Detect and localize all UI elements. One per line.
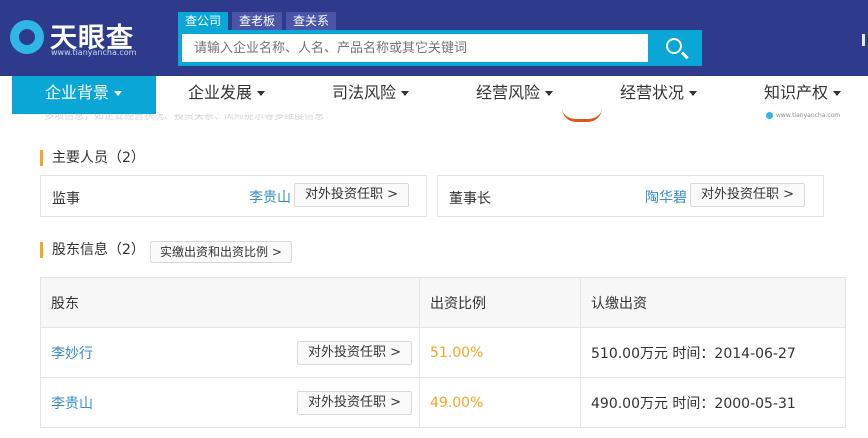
person-role: 监事 <box>52 191 80 207</box>
eye-logo-icon <box>10 20 44 54</box>
nav-label: 司法风险 <box>332 83 397 102</box>
subscribed-cell: 490.00万元 时间：2000-05-31 <box>580 377 846 428</box>
header-edge-mark <box>862 34 865 46</box>
table-header-row: 股东 出资比例 认缴出资 <box>40 277 846 328</box>
shareholder-name-link[interactable]: 李贵山 <box>51 396 93 412</box>
column-header-ratio: 出资比例 <box>419 277 581 328</box>
caret-down-icon <box>689 91 698 96</box>
search-box <box>178 30 702 66</box>
main-nav: 企业背景 企业发展 司法风险 经营风险 经营状况 知识产权 <box>0 76 868 114</box>
person-name-link[interactable]: 陶华碧 <box>645 187 687 207</box>
nav-operating-risk[interactable]: 经营风险 <box>476 76 554 114</box>
section-title-shareholders: 股东信息（2） <box>40 241 145 259</box>
table-row: 李妙行 对外投资任职 > 51.00% 510.00万元 时间：2014-06-… <box>40 327 846 378</box>
tab-boss[interactable]: 查老板 <box>232 12 283 30</box>
nav-intellectual-property[interactable]: 知识产权 <box>764 76 842 114</box>
scrolled-off-logo-text: www.tianyancha.com <box>776 112 841 119</box>
external-investment-button[interactable]: 对外投资任职 > <box>690 183 806 207</box>
nav-label: 经营风险 <box>476 83 541 102</box>
nav-label: 企业发展 <box>188 83 253 102</box>
nav-label: 知识产权 <box>764 83 829 102</box>
person-name-link[interactable]: 李贵山 <box>249 187 291 207</box>
external-investment-button[interactable]: 对外投资任职 > <box>297 341 413 365</box>
person-card: 董事长 陶华碧 对外投资任职 > <box>437 175 824 217</box>
search-input[interactable] <box>182 34 648 62</box>
section-title-personnel: 主要人员（2） <box>40 149 145 167</box>
shareholder-cell: 李贵山 对外投资任职 > <box>40 377 420 428</box>
person-card: 监事 李贵山 对外投资任职 > <box>40 175 427 217</box>
table-row: 李贵山 对外投资任职 > 49.00% 490.00万元 时间：2000-05-… <box>40 377 846 428</box>
search-icon-handle <box>681 51 689 59</box>
nav-company-background[interactable]: 企业背景 <box>12 76 156 114</box>
caret-down-icon <box>545 91 554 96</box>
scrolled-off-graphic <box>562 108 602 122</box>
tab-relation[interactable]: 查关系 <box>286 12 337 30</box>
search-button[interactable] <box>650 30 702 66</box>
scrolled-off-logo: www.tianyancha.com <box>766 112 840 120</box>
subscribed-cell: 510.00万元 时间：2014-06-27 <box>580 327 846 378</box>
search-icon <box>666 38 682 54</box>
external-investment-button[interactable]: 对外投资任职 > <box>294 183 410 207</box>
caret-down-icon <box>401 91 410 96</box>
nav-legal-risk[interactable]: 司法风险 <box>332 76 410 114</box>
nav-label: 经营状况 <box>620 83 685 102</box>
top-header: 天眼查 www.tianyancha.com 查公司 查老板 查关系 <box>0 0 868 76</box>
shareholder-cell: 李妙行 对外投资任职 > <box>40 327 420 378</box>
person-role: 董事长 <box>449 191 491 207</box>
caret-down-icon <box>114 91 123 96</box>
shareholder-table: 股东 出资比例 认缴出资 李妙行 对外投资任职 > 51.00% 510.00万… <box>40 277 846 428</box>
scrolled-off-text: 多项信息，如企业经营状况、投资关系、风险提示等多维度信息 <box>44 114 324 122</box>
ratio-cell: 49.00% <box>419 377 581 428</box>
nav-label: 企业背景 <box>45 83 110 102</box>
nav-operating-status[interactable]: 经营状况 <box>620 76 698 114</box>
caret-down-icon <box>257 91 266 96</box>
brand-logo[interactable]: 天眼查 www.tianyancha.com <box>10 16 150 60</box>
tab-company[interactable]: 查公司 <box>178 12 229 30</box>
paid-capital-ratio-button[interactable]: 实缴出资和出资比例 > <box>150 241 292 263</box>
caret-down-icon <box>833 91 842 96</box>
column-header-shareholder: 股东 <box>40 277 420 328</box>
shareholder-name-link[interactable]: 李妙行 <box>51 346 93 362</box>
search-type-tabs: 查公司 查老板 查关系 <box>178 12 340 30</box>
ratio-cell: 51.00% <box>419 327 581 378</box>
nav-company-development[interactable]: 企业发展 <box>188 76 266 114</box>
column-header-subscribed: 认缴出资 <box>580 277 846 328</box>
external-investment-button[interactable]: 对外投资任职 > <box>297 391 413 415</box>
brand-domain: www.tianyancha.com <box>51 48 137 57</box>
